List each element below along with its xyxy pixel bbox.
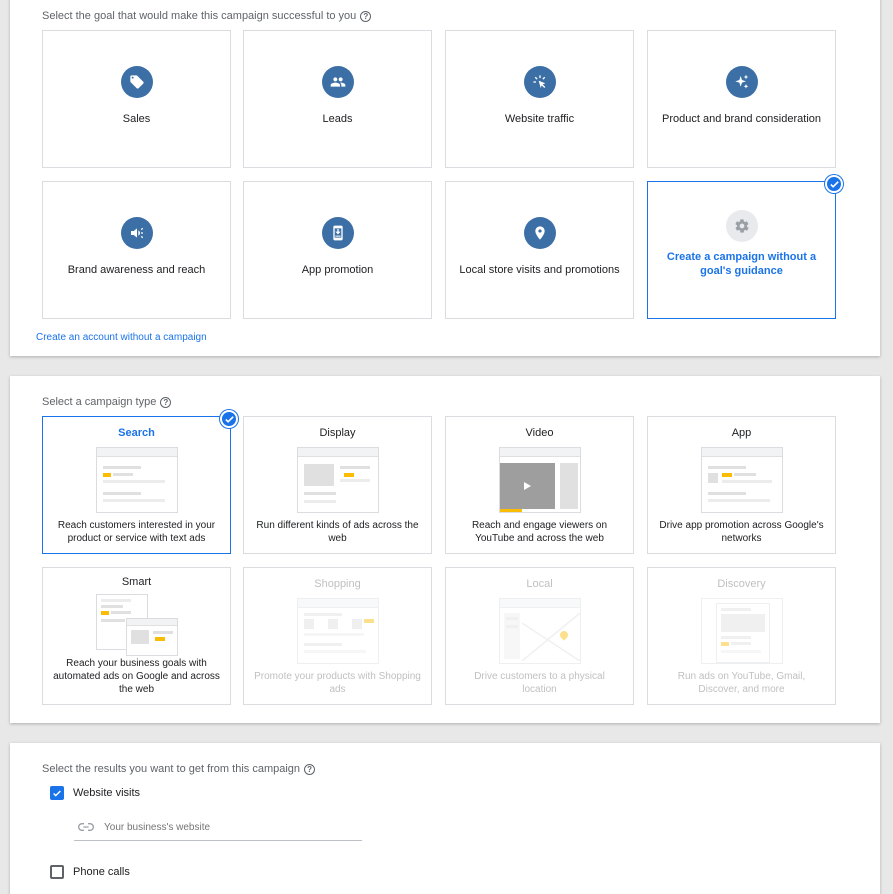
app-ad-illustration <box>700 447 783 513</box>
campaign-type-desc: Reach and engage viewers on YouTube and … <box>471 520 608 544</box>
campaign-type-search[interactable]: Search Reach customers interested in you… <box>42 410 238 554</box>
campaign-type-desc: Run different kinds of ads across the we… <box>256 520 419 544</box>
goal-label: Brand awareness and reach <box>67 264 206 276</box>
search-ad-illustration <box>95 447 178 513</box>
campaign-type-name: App <box>731 427 752 439</box>
cursor-click-icon <box>523 66 556 98</box>
campaign-type-local: Local Drive customers to a physical loca… <box>445 567 634 705</box>
discovery-ad-illustration <box>700 598 783 664</box>
campaign-type-display[interactable]: Display Run different kinds of ads acros… <box>243 416 432 554</box>
people-icon <box>321 66 354 98</box>
website-url-input[interactable] <box>104 822 344 833</box>
goal-card-local-store[interactable]: Local store visits and promotions <box>445 181 634 319</box>
checkmark-icon <box>825 175 843 193</box>
goal-label: Product and brand consideration <box>662 113 821 125</box>
phone-calls-label: Phone calls <box>73 866 130 878</box>
website-visits-label: Website visits <box>73 787 141 799</box>
link-icon <box>78 819 94 837</box>
campaign-type-name: Local <box>526 578 553 590</box>
local-ad-illustration <box>498 598 581 664</box>
create-account-link[interactable]: Create an account without a campaign <box>36 332 207 343</box>
goal-label: Website traffic <box>504 113 575 125</box>
website-visits-checkbox[interactable] <box>50 786 64 800</box>
goal-label: Leads <box>322 113 353 125</box>
campaign-type-name: Smart <box>121 576 152 588</box>
campaign-type-desc: Reach customers interested in your produ… <box>57 520 216 544</box>
goal-section-title: Select the goal that would make this cam… <box>42 10 372 22</box>
campaign-type-name: Discovery <box>717 578 766 590</box>
tag-icon <box>120 66 153 98</box>
shopping-ad-illustration <box>296 598 379 664</box>
campaign-type-desc: Drive customers to a physical location <box>474 671 605 695</box>
goal-card-app-promotion[interactable]: App promotion <box>243 181 432 319</box>
goal-selection-panel: Select the goal that would make this cam… <box>10 0 880 356</box>
help-icon[interactable]: ? <box>304 763 316 775</box>
campaign-type-desc: Run ads on YouTube, Gmail, Discover, and… <box>677 671 806 695</box>
campaign-type-name: Shopping <box>314 578 361 590</box>
goal-card-brand-awareness[interactable]: Brand awareness and reach <box>42 181 231 319</box>
phone-calls-option[interactable]: Phone calls <box>50 865 130 879</box>
goal-label: Local store visits and promotions <box>459 264 620 276</box>
campaign-type-desc: Promote your products with Shopping ads <box>254 671 421 695</box>
goal-card-website-traffic[interactable]: Website traffic <box>445 30 634 168</box>
campaign-type-panel: Select a campaign type ? Search Reach cu… <box>10 376 880 723</box>
video-ad-illustration <box>498 447 581 513</box>
phone-download-icon <box>321 217 354 249</box>
sparkle-icon <box>725 66 758 98</box>
campaign-type-shopping: Shopping Promote your products with Shop… <box>243 567 432 705</box>
results-title: Select the results you want to get from … <box>42 763 316 775</box>
campaign-type-name: Search <box>118 427 155 439</box>
website-url-field[interactable] <box>74 815 362 841</box>
campaign-type-smart[interactable]: Smart Reach your business goals with aut… <box>42 567 231 705</box>
campaign-type-app[interactable]: App Drive app promotion across Google's … <box>647 416 836 554</box>
smart-ad-illustration <box>95 594 178 660</box>
goal-card-no-guidance[interactable]: Create a campaign without a goal's guida… <box>647 175 843 319</box>
display-ad-illustration <box>296 447 379 513</box>
goal-label: Sales <box>122 113 151 125</box>
campaign-type-desc: Drive app promotion across Google's netw… <box>659 520 824 544</box>
results-panel: Select the results you want to get from … <box>10 743 880 894</box>
goal-label: Create a campaign without a goal's guida… <box>666 251 817 277</box>
campaign-type-name: Video <box>525 427 554 439</box>
help-icon[interactable]: ? <box>160 396 172 408</box>
gear-icon <box>725 210 758 242</box>
goal-card-sales[interactable]: Sales <box>42 30 231 168</box>
campaign-type-discovery: Discovery Run ads on YouTube, Gmail, Dis… <box>647 567 836 705</box>
megaphone-icon <box>120 217 153 249</box>
help-icon[interactable]: ? <box>360 10 372 22</box>
website-visits-option[interactable]: Website visits <box>50 786 140 800</box>
campaign-type-desc: Reach your business goals with automated… <box>53 658 220 695</box>
campaign-type-name: Display <box>319 427 356 439</box>
goal-card-leads[interactable]: Leads <box>243 30 432 168</box>
checkmark-icon <box>220 410 238 428</box>
location-pin-icon <box>523 217 556 249</box>
goal-label: App promotion <box>301 264 374 276</box>
phone-calls-checkbox[interactable] <box>50 865 64 879</box>
goal-card-product-brand[interactable]: Product and brand consideration <box>647 30 836 168</box>
campaign-type-title: Select a campaign type ? <box>42 396 172 408</box>
campaign-type-video[interactable]: Video Reach and engage viewers on YouTub… <box>445 416 634 554</box>
